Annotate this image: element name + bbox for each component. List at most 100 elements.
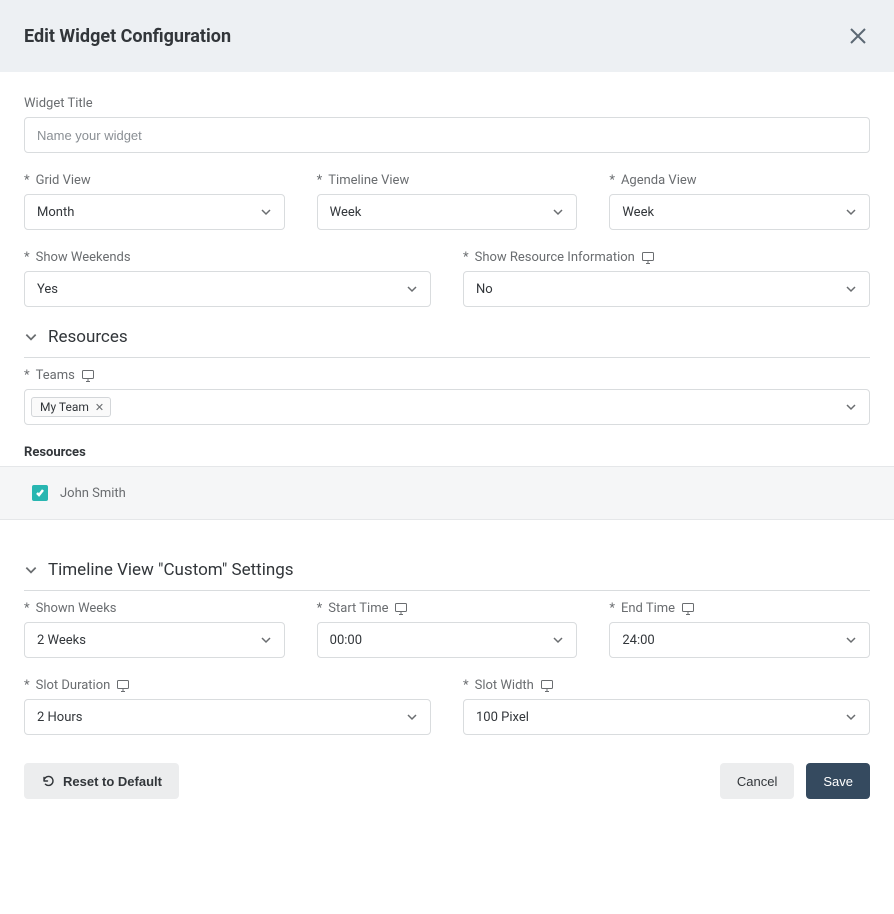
end-time-select[interactable]: 24:00 xyxy=(609,622,870,658)
required-marker: * xyxy=(24,678,30,693)
info-icon[interactable] xyxy=(116,679,130,693)
dialog-footer: Reset to Default Cancel Save xyxy=(24,763,870,799)
info-icon[interactable] xyxy=(681,602,695,616)
undo-icon xyxy=(41,774,55,788)
slot-duration-select[interactable]: 2 Hours xyxy=(24,699,431,735)
slot-duration-label-text: Slot Duration xyxy=(36,678,111,693)
show-resource-info-label-text: Show Resource Information xyxy=(475,250,635,265)
resources-list-label: Resources xyxy=(24,445,870,460)
required-marker: * xyxy=(463,678,469,693)
show-weekends-select[interactable]: Yes xyxy=(24,271,431,307)
start-time-select[interactable]: 00:00 xyxy=(317,622,578,658)
dialog-body: Widget Title * Grid View Month * Timelin… xyxy=(0,72,894,823)
chevron-down-icon xyxy=(552,634,564,646)
slot-width-value: 100 Pixel xyxy=(476,710,529,725)
team-chip-label: My Team xyxy=(40,400,89,414)
teams-label: * Teams xyxy=(24,368,870,383)
resource-name: John Smith xyxy=(60,486,126,501)
slot-width-select[interactable]: 100 Pixel xyxy=(463,699,870,735)
check-icon xyxy=(35,488,45,498)
show-resource-info-select[interactable]: No xyxy=(463,271,870,307)
info-icon[interactable] xyxy=(81,369,95,383)
slot-width-field: * Slot Width 100 Pixel xyxy=(463,678,870,735)
show-weekends-field: * Show Weekends Yes xyxy=(24,250,431,307)
teams-select[interactable]: My Team ✕ xyxy=(24,389,870,425)
shown-weeks-field: * Shown Weeks 2 Weeks xyxy=(24,601,285,658)
show-weekends-value: Yes xyxy=(37,282,58,297)
widget-title-input[interactable] xyxy=(24,117,870,153)
info-icon[interactable] xyxy=(641,251,655,265)
resources-section-header: Resources xyxy=(24,327,870,358)
chevron-down-icon xyxy=(406,283,418,295)
grid-view-select[interactable]: Month xyxy=(24,194,285,230)
reset-button[interactable]: Reset to Default xyxy=(24,763,179,799)
dialog-header: Edit Widget Configuration xyxy=(0,0,894,72)
resources-section-title: Resources xyxy=(48,327,128,347)
shown-weeks-label-text: Shown Weeks xyxy=(36,601,117,616)
agenda-view-label-text: Agenda View xyxy=(621,173,697,188)
slot-width-label: * Slot Width xyxy=(463,678,870,693)
save-button[interactable]: Save xyxy=(806,763,870,799)
start-time-value: 00:00 xyxy=(330,633,362,648)
slot-duration-label: * Slot Duration xyxy=(24,678,431,693)
grid-view-value: Month xyxy=(37,205,74,220)
cancel-button-label: Cancel xyxy=(737,774,777,789)
show-resource-info-label: * Show Resource Information xyxy=(463,250,870,265)
info-icon[interactable] xyxy=(540,679,554,693)
end-time-value: 24:00 xyxy=(622,633,654,648)
chevron-down-icon xyxy=(406,711,418,723)
chevron-down-icon xyxy=(845,401,857,413)
save-button-label: Save xyxy=(823,774,853,789)
show-resource-info-field: * Show Resource Information No xyxy=(463,250,870,307)
chevron-down-icon xyxy=(845,206,857,218)
cancel-button[interactable]: Cancel xyxy=(720,763,794,799)
grid-view-label-text: Grid View xyxy=(36,173,91,188)
timeline-view-select[interactable]: Week xyxy=(317,194,578,230)
shown-weeks-label: * Shown Weeks xyxy=(24,601,285,616)
teams-field: * Teams My Team ✕ xyxy=(24,368,870,425)
close-icon xyxy=(849,27,867,45)
collapse-toggle[interactable] xyxy=(24,563,38,577)
timeline-view-field: * Timeline View Week xyxy=(317,173,578,230)
slot-width-label-text: Slot Width xyxy=(475,678,534,693)
start-time-label: * Start Time xyxy=(317,601,578,616)
team-chip: My Team ✕ xyxy=(31,397,111,417)
start-time-label-text: Start Time xyxy=(328,601,388,616)
chevron-down-icon xyxy=(845,711,857,723)
collapse-toggle[interactable] xyxy=(24,330,38,344)
chevron-down-icon xyxy=(552,206,564,218)
agenda-view-value: Week xyxy=(622,205,654,220)
shown-weeks-value: 2 Weeks xyxy=(37,633,86,648)
timeline-view-label: * Timeline View xyxy=(317,173,578,188)
remove-chip-button[interactable]: ✕ xyxy=(95,401,104,414)
close-button[interactable] xyxy=(846,24,870,48)
chevron-down-icon xyxy=(24,563,38,577)
required-marker: * xyxy=(317,601,323,616)
resource-checkbox[interactable] xyxy=(32,485,48,501)
required-marker: * xyxy=(463,250,469,265)
shown-weeks-select[interactable]: 2 Weeks xyxy=(24,622,285,658)
required-marker: * xyxy=(24,368,30,383)
reset-button-label: Reset to Default xyxy=(63,774,162,789)
show-weekends-label-text: Show Weekends xyxy=(36,250,131,265)
resource-row: John Smith xyxy=(0,466,894,520)
info-icon[interactable] xyxy=(394,602,408,616)
required-marker: * xyxy=(24,250,30,265)
widget-title-field: Widget Title xyxy=(24,96,870,153)
teams-label-text: Teams xyxy=(36,368,75,383)
chevron-down-icon xyxy=(24,330,38,344)
agenda-view-select[interactable]: Week xyxy=(609,194,870,230)
required-marker: * xyxy=(317,173,323,188)
timeline-settings-section-header: Timeline View "Custom" Settings xyxy=(24,560,870,591)
timeline-view-value: Week xyxy=(330,205,362,220)
slot-duration-value: 2 Hours xyxy=(37,710,83,725)
required-marker: * xyxy=(24,601,30,616)
dialog-title: Edit Widget Configuration xyxy=(24,26,231,47)
chevron-down-icon xyxy=(260,634,272,646)
agenda-view-label: * Agenda View xyxy=(609,173,870,188)
slot-duration-field: * Slot Duration 2 Hours xyxy=(24,678,431,735)
show-resource-info-value: No xyxy=(476,282,493,297)
required-marker: * xyxy=(609,601,615,616)
agenda-view-field: * Agenda View Week xyxy=(609,173,870,230)
end-time-label-text: End Time xyxy=(621,601,675,616)
